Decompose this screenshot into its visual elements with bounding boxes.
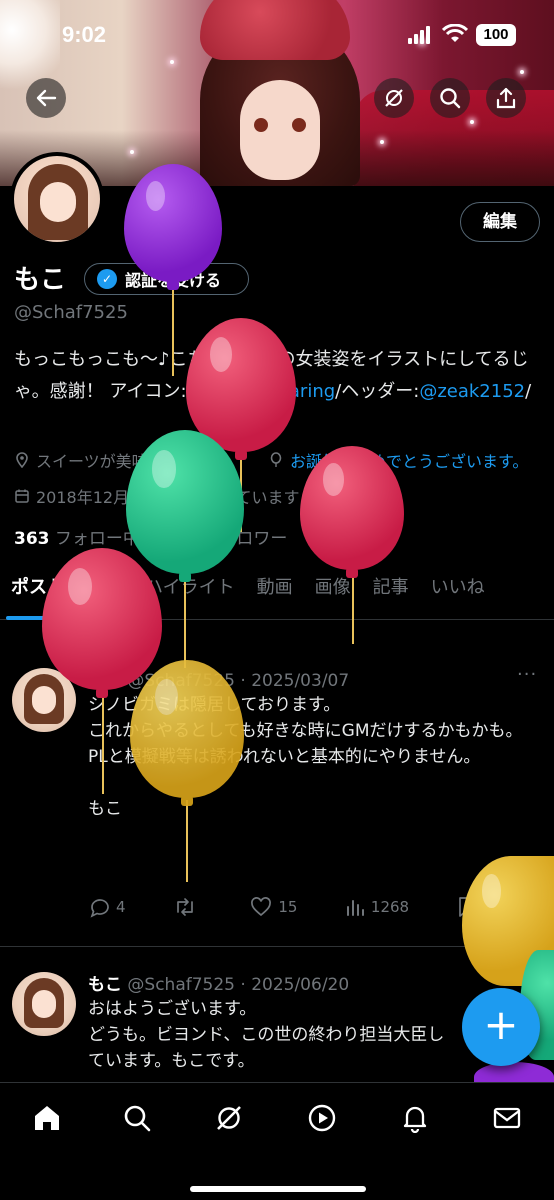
- following-link[interactable]: 363 フォロー中: [14, 529, 140, 549]
- balloon-string: [186, 800, 188, 882]
- purple-balloon: [124, 164, 222, 290]
- sparkle: [130, 150, 134, 154]
- following-count: 363: [14, 529, 50, 549]
- post-meta: @Schaf7525 · 2025/06/20: [127, 975, 350, 995]
- nav-messages[interactable]: [490, 1101, 524, 1135]
- nav-grok[interactable]: [212, 1101, 246, 1135]
- balloon-icon: [268, 452, 284, 468]
- yellow-balloon: [130, 660, 244, 806]
- compose-post-button[interactable]: +: [462, 988, 540, 1066]
- nav-notifications[interactable]: [398, 1101, 432, 1135]
- home-icon: [35, 1106, 59, 1130]
- back-arrow-icon: [36, 89, 57, 107]
- search-icon: [440, 88, 461, 109]
- post-author-name[interactable]: もこ: [88, 975, 122, 995]
- following-label: フォロー中: [54, 529, 140, 549]
- views-icon: [346, 900, 364, 916]
- user-handle: @Schaf7525: [14, 302, 128, 323]
- search-button[interactable]: [430, 78, 470, 118]
- nav-search[interactable]: [120, 1101, 154, 1135]
- verified-badge-icon: ✓: [97, 269, 117, 289]
- nav-home[interactable]: [30, 1101, 64, 1135]
- edit-profile-button[interactable]: 編集: [460, 202, 540, 242]
- sparkle: [470, 120, 474, 124]
- website[interactable]: お誕生日おめでとうございます。: [268, 448, 528, 472]
- grok-button[interactable]: [374, 78, 414, 118]
- share-button[interactable]: [486, 78, 526, 118]
- sparkle: [380, 140, 384, 144]
- balloon-string: [352, 574, 354, 644]
- views-button[interactable]: 1268: [345, 896, 409, 918]
- balloon-string: [184, 578, 186, 668]
- balloon-string: [172, 286, 174, 376]
- bio-text: /: [525, 381, 532, 402]
- repost-button[interactable]: [173, 896, 203, 918]
- profile-avatar[interactable]: [10, 152, 104, 246]
- bio-text: /ヘッダー:: [335, 381, 420, 402]
- tab-likes[interactable]: いいね: [420, 570, 496, 620]
- like-button[interactable]: 15: [250, 896, 297, 918]
- bio-mention-link[interactable]: @zeak2152: [419, 381, 525, 402]
- red-balloon: [186, 318, 296, 460]
- like-count: 15: [278, 898, 298, 916]
- location-pin-icon: [14, 452, 30, 469]
- heart-icon: [251, 897, 272, 917]
- reply-count: 4: [116, 898, 126, 916]
- repost-icon: [177, 898, 193, 916]
- share-icon: [496, 87, 516, 109]
- bell-icon: [403, 1106, 427, 1133]
- balloon-string: [102, 694, 104, 794]
- back-button[interactable]: [26, 78, 66, 118]
- calendar-icon: [14, 488, 30, 504]
- wifi-icon: [441, 23, 469, 44]
- bottom-navigation: [0, 1082, 554, 1200]
- avatar-face: [40, 182, 76, 222]
- play-circle-icon: [308, 1104, 336, 1132]
- post-text: おはようございます。 どうも。ビヨンド、この世の終わり担当大臣しています。もこで…: [88, 999, 445, 1071]
- nav-video[interactable]: [305, 1101, 339, 1135]
- tab-videos[interactable]: 動画: [246, 570, 304, 620]
- banner-character-face: [240, 80, 320, 180]
- cellular-signal-icon: [408, 26, 434, 44]
- reply-button[interactable]: 4: [88, 896, 126, 918]
- home-indicator: [190, 1186, 366, 1192]
- view-count: 1268: [370, 898, 410, 916]
- red-balloon: [300, 446, 404, 578]
- post-more-icon[interactable]: ···: [517, 664, 537, 685]
- sparkle: [520, 70, 524, 74]
- banner-character-eye: [292, 118, 306, 132]
- search-icon: [124, 1105, 151, 1132]
- display-name: もこ: [14, 265, 67, 295]
- post-avatar[interactable]: [12, 972, 76, 1036]
- clock: 9:02: [62, 22, 107, 47]
- tab-articles[interactable]: 記事: [362, 570, 420, 620]
- grok-icon: [217, 1106, 241, 1130]
- battery-indicator: 100: [476, 24, 516, 46]
- reply-icon: [90, 899, 109, 918]
- banner-character-eye: [254, 118, 268, 132]
- status-bar: 9:02 100: [0, 0, 554, 70]
- mail-icon: [493, 1107, 521, 1129]
- post-header: もこ @Schaf7525 · 2025/06/20: [88, 970, 349, 995]
- grok-icon: [385, 89, 403, 107]
